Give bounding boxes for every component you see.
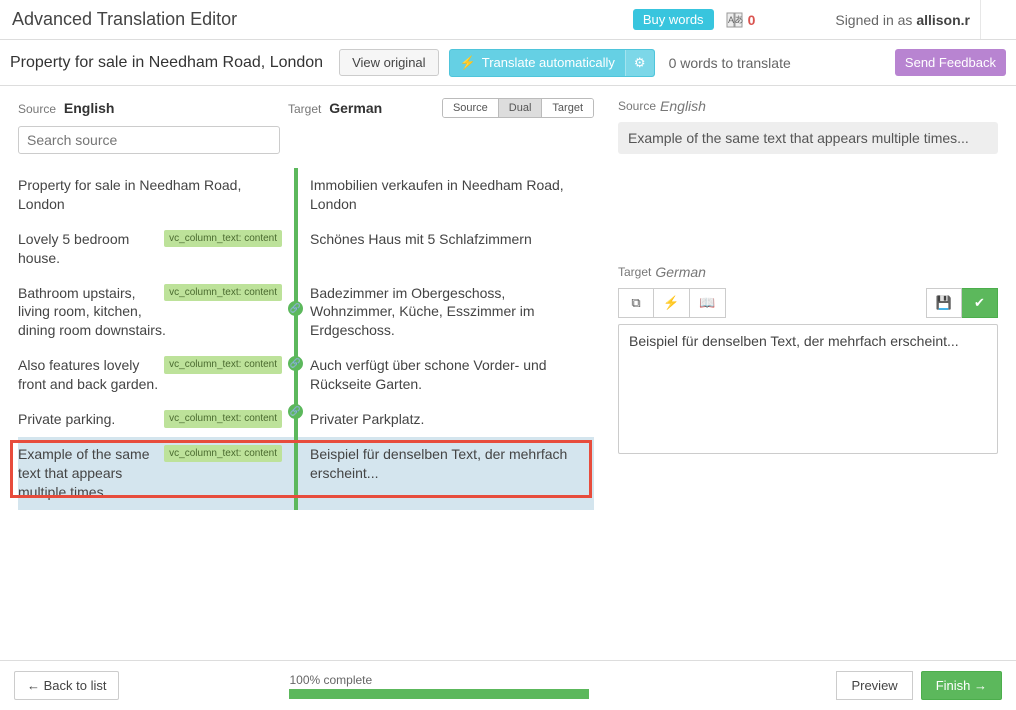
translate-auto-label: Translate automatically — [482, 55, 615, 70]
segment-source: Example of the same text that appears mu… — [18, 437, 294, 510]
username: allison.r — [916, 12, 970, 28]
detail-target-language: German — [655, 264, 706, 280]
link-icon[interactable]: 🔗 — [288, 301, 303, 316]
segment-source: Bathroom upstairs, living room, kitchen,… — [18, 276, 294, 349]
app-title: Advanced Translation Editor — [12, 9, 237, 30]
confirm-button[interactable]: ✔ — [962, 288, 998, 318]
segment-source: Property for sale in Needham Road, Londo… — [18, 168, 294, 222]
back-to-list-button[interactable]: ← Back to list — [14, 671, 119, 700]
detail-target-lang-row: Target German — [618, 264, 998, 280]
bolt-icon: ⚡ — [460, 55, 476, 71]
segment-row[interactable]: Private parking. vc_column_text: content… — [18, 402, 594, 437]
view-toggle-source[interactable]: Source — [443, 99, 499, 117]
segment-tag: vc_column_text: content — [164, 445, 282, 463]
signed-in-label: Signed in as allison.r — [835, 12, 970, 28]
source-label: Source — [18, 102, 56, 116]
progress-label: 100% complete — [289, 673, 589, 687]
segment-target: Privater Parkplatz. — [298, 402, 594, 437]
target-language: German — [329, 100, 382, 116]
view-toggle-dual[interactable]: Dual — [499, 99, 543, 117]
link-icon[interactable]: 🔗 — [288, 404, 303, 419]
detail-toolbar: ⧉ ⚡ 📖 💾 ✔ — [618, 288, 998, 318]
detail-pane: Source English Example of the same text … — [604, 86, 1016, 660]
segment-source-text: Property for sale in Needham Road, Londo… — [18, 177, 241, 212]
detail-source-lang-row: Source English — [618, 98, 998, 114]
target-label: Target — [288, 102, 321, 116]
view-toggle: Source Dual Target — [442, 98, 594, 118]
detail-source-language: English — [660, 98, 706, 114]
segment-source: Also features lovely front and back gard… — [18, 348, 294, 402]
segment-row-selected[interactable]: Example of the same text that appears mu… — [18, 437, 594, 510]
segment-source-text: Example of the same text that appears mu… — [18, 445, 168, 502]
view-toggle-target[interactable]: Target — [542, 99, 593, 117]
detail-source-label: Source — [618, 99, 656, 113]
target-textarea[interactable] — [618, 324, 998, 454]
language-row: Source English Target German Source Dual… — [18, 98, 594, 118]
segment-target: Schönes Haus mit 5 Schlafzimmern — [298, 222, 594, 276]
segment-source-text: Also features lovely front and back gard… — [18, 356, 168, 394]
segment-target: Auch verfügt über schone Vorder- und Rüc… — [298, 348, 594, 402]
view-original-button[interactable]: View original — [339, 49, 438, 76]
copy-source-button[interactable]: ⧉ — [618, 288, 654, 318]
finish-button[interactable]: Finish → — [921, 671, 1002, 700]
signed-in-prefix: Signed in as — [835, 12, 916, 28]
progress-wrap: 100% complete — [289, 673, 589, 699]
progress-bar — [289, 689, 589, 699]
preview-button[interactable]: Preview — [836, 671, 912, 700]
words-to-translate: 0 words to translate — [669, 55, 791, 71]
segment-source: Lovely 5 bedroom house. vc_column_text: … — [18, 222, 294, 276]
segment-row[interactable]: Property for sale in Needham Road, Londo… — [18, 168, 594, 222]
send-feedback-button[interactable]: Send Feedback — [895, 49, 1006, 76]
right-sidebar-handle[interactable] — [980, 0, 1004, 39]
source-language: English — [64, 100, 115, 116]
buy-words-button[interactable]: Buy words — [633, 9, 714, 30]
gear-icon[interactable]: ⚙ — [625, 50, 654, 76]
main-area: Source English Target German Source Dual… — [0, 86, 1016, 660]
save-button[interactable]: 💾 — [926, 288, 962, 318]
word-balance-icon: Aあ — [726, 12, 744, 28]
word-balance-count: 0 — [748, 12, 756, 28]
link-icon[interactable]: 🔗 — [288, 356, 303, 371]
segments-list: Property for sale in Needham Road, Londo… — [18, 168, 594, 510]
segment-target: Beispiel für denselben Text, der mehrfac… — [298, 437, 594, 510]
segment-source-text: Bathroom upstairs, living room, kitchen,… — [18, 284, 168, 341]
svg-text:あ: あ — [734, 15, 743, 25]
detail-source-text: Example of the same text that appears mu… — [618, 122, 998, 154]
search-input[interactable] — [18, 126, 280, 154]
machine-translate-button[interactable]: ⚡ — [654, 288, 690, 318]
segment-tag: vc_column_text: content — [164, 410, 282, 428]
segment-tag: vc_column_text: content — [164, 356, 282, 374]
job-title: Property for sale in Needham Road, Londo… — [10, 54, 323, 72]
glossary-button[interactable]: 📖 — [690, 288, 726, 318]
segment-row[interactable]: Also features lovely front and back gard… — [18, 348, 594, 402]
segment-tag: vc_column_text: content — [164, 230, 282, 248]
segment-target: Immobilien verkaufen in Needham Road, Lo… — [298, 168, 594, 222]
translate-automatically-button[interactable]: ⚡ Translate automatically ⚙ — [449, 49, 655, 77]
sub-header: Property for sale in Needham Road, Londo… — [0, 40, 1016, 86]
segment-source: Private parking. vc_column_text: content — [18, 402, 294, 437]
segment-row[interactable]: Lovely 5 bedroom house. vc_column_text: … — [18, 222, 594, 276]
top-header: Advanced Translation Editor Buy words Aあ… — [0, 0, 1016, 40]
segments-pane: Source English Target German Source Dual… — [0, 86, 604, 660]
segment-source-text: Private parking. — [18, 410, 115, 429]
segment-target: Badezimmer im Obergeschoss, Wohnzimmer, … — [298, 276, 594, 349]
segment-source-text: Lovely 5 bedroom house. — [18, 230, 168, 268]
footer: ← Back to list 100% complete Preview Fin… — [0, 660, 1016, 710]
segment-row[interactable]: Bathroom upstairs, living room, kitchen,… — [18, 276, 594, 349]
svg-text:A: A — [728, 15, 734, 25]
segment-tag: vc_column_text: content — [164, 284, 282, 302]
detail-target-label: Target — [618, 265, 651, 279]
